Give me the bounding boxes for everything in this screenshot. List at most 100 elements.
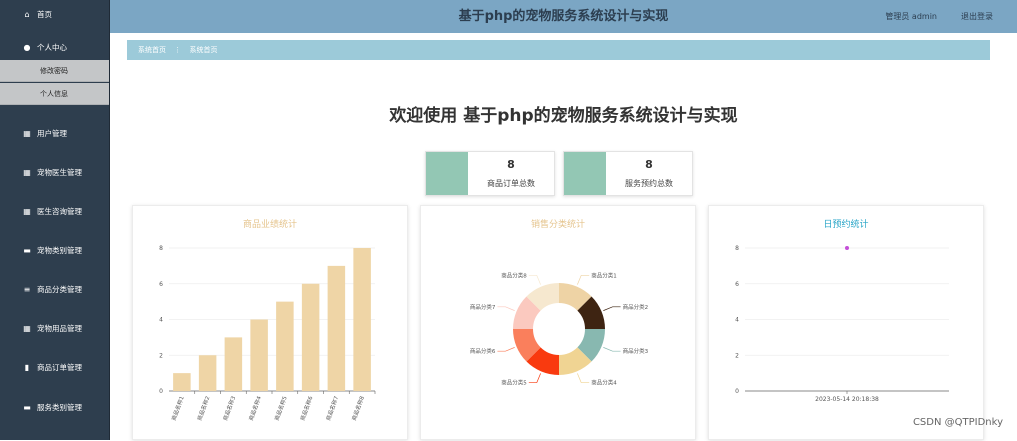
y-tick-label: 4: [159, 317, 163, 324]
stat-card-appointments: 8 服务预约总数: [563, 151, 693, 196]
donut-chart: 商品分类1 商品分类2 商品分类3 商品分类4 商品分类5 商品分类6 商品分类7 商品分类8: [470, 271, 649, 387]
app-title: 基于php的宠物服务系统设计与实现: [458, 9, 669, 24]
bar: [353, 248, 371, 391]
pie-label: 商品分类8: [501, 271, 527, 279]
bar: [276, 301, 294, 391]
pie-leader-line: [603, 306, 621, 311]
home-icon: ⌂: [24, 9, 30, 19]
x-tick-label: 商品名称8: [350, 394, 366, 421]
sidebar-item-label: 宠物用品管理: [37, 324, 82, 333]
pie-label: 商品分类3: [623, 347, 649, 355]
grid-icon: ▦: [23, 167, 31, 177]
watermark: CSDN @QTPIDnky: [912, 417, 1003, 428]
x-tick-label: 商品名称2: [195, 395, 211, 422]
chart-panel-daily-appointments: 日预约统计 0 2 4 6 8 2023-05-14 20:18:38: [708, 205, 984, 440]
sidebar-item-vet-management[interactable]: ▦ 宠物医生管理: [0, 153, 110, 192]
y-tick-label: 8: [159, 245, 163, 252]
stat-card-value: 8: [645, 158, 653, 171]
x-tick-label: 商品名称5: [273, 394, 289, 421]
pie-label: 商品分类6: [470, 347, 496, 355]
sidebar-item-label: 用户管理: [37, 129, 67, 138]
x-tick-label: 商品名称4: [247, 394, 263, 421]
stat-card-orders: 8 商品订单总数: [425, 151, 555, 196]
user-icon: ●: [23, 42, 31, 52]
bar: [224, 337, 243, 391]
sidebar: ⌂ 首页 ● 个人中心 修改密码 个人信息 ▦ 用户管理 ▦ 宠物医生管理 ▦ …: [0, 0, 110, 440]
grid-icon: ▦: [23, 128, 31, 138]
pie-leader-line: [528, 373, 541, 383]
sidebar-item-label: 宠物医生管理: [37, 168, 82, 177]
bar: [301, 283, 320, 391]
sidebar-item-user-management[interactable]: ▦ 用户管理: [0, 114, 110, 153]
monitor-icon: ▬: [23, 402, 31, 412]
sidebar-subitem-personal-info[interactable]: 个人信息: [0, 83, 110, 105]
y-tick-label: 0: [159, 388, 163, 395]
stat-card-label: 商品订单总数: [487, 179, 535, 188]
pie-leader-line: [528, 275, 541, 285]
y-tick-label: 4: [735, 317, 739, 324]
bar: [198, 355, 217, 391]
sidebar-subitem-label: 修改密码: [40, 66, 68, 75]
pie-leader-line: [497, 306, 515, 311]
pie-leader-line: [497, 347, 515, 352]
welcome-heading: 欢迎使用 基于php的宠物服务系统设计与实现: [389, 106, 738, 126]
user-info: 管理员 admin: [885, 12, 937, 21]
y-tick-label: 2: [735, 352, 739, 359]
sidebar-subitem-label: 个人信息: [40, 89, 68, 98]
sidebar-item-order-management[interactable]: ▮ 商品订单管理: [0, 348, 110, 387]
sidebar-item-pet-category-management[interactable]: ▬ 宠物类别管理: [0, 231, 110, 270]
pie-leader-line: [577, 373, 590, 383]
stat-card-accent: [426, 152, 468, 195]
y-tick-label: 0: [735, 388, 739, 395]
y-tick-label: 8: [735, 245, 739, 252]
list-icon: ≡: [23, 284, 31, 294]
breadcrumb: 系统首页 ⋮ 系统首页: [127, 40, 990, 60]
sidebar-item-service-category-management[interactable]: ▬ 服务类别管理: [0, 388, 110, 427]
sidebar-item-label: 个人中心: [37, 43, 67, 52]
top-bar: 基于php的宠物服务系统设计与实现 管理员 admin 退出登录: [110, 0, 1017, 33]
x-tick-label: 商品名称7: [324, 394, 340, 421]
bar-chart: 0 2 4 6 8 商品名称1 商品名称2 商品名称3 商品名称4 商品名称5 商品名称6 商品名称7…: [159, 245, 376, 422]
sidebar-item-label: 服务类别管理: [37, 403, 82, 412]
y-tick-label: 2: [159, 352, 163, 359]
sidebar-item-label: 医生咨询管理: [37, 207, 82, 216]
bar: [327, 265, 346, 391]
pie-label: 商品分类7: [470, 303, 496, 311]
stat-card-value: 8: [507, 158, 515, 171]
breadcrumb-separator: ⋮: [174, 46, 182, 54]
pie-label: 商品分类5: [501, 379, 527, 387]
x-tick-label: 商品名称3: [221, 394, 237, 421]
chart-panel-product-sales: 商品业绩统计 0 2 4 6 8 商品名称1 商品名称2 商品名称3 商品名称4 商品名称5 商品名…: [132, 205, 408, 440]
logout-link[interactable]: 退出登录: [961, 0, 993, 33]
grid-icon: ▦: [23, 206, 31, 216]
bar: [250, 319, 268, 391]
stat-card-accent: [564, 152, 606, 195]
pie-label: 商品分类4: [591, 379, 617, 387]
breadcrumb-home[interactable]: 系统首页: [138, 46, 166, 54]
sidebar-item-product-category-management[interactable]: ≡ 商品分类管理: [0, 270, 110, 309]
pie-label: 商品分类1: [591, 271, 617, 279]
x-tick-label: 2023-05-14 20:18:38: [815, 396, 879, 403]
sidebar-item-label: 首页: [37, 10, 52, 19]
x-tick-label: 商品名称6: [298, 394, 314, 421]
data-point: [845, 246, 849, 250]
stat-card-label: 服务预约总数: [625, 179, 673, 188]
bar: [173, 373, 191, 391]
sidebar-item-label: 商品订单管理: [37, 363, 82, 372]
pie-leader-line: [577, 275, 590, 285]
sidebar-item-label: 宠物类别管理: [37, 246, 82, 255]
sidebar-subitem-change-password[interactable]: 修改密码: [0, 60, 110, 82]
y-tick-label: 6: [735, 281, 739, 288]
sidebar-item-label: 商品分类管理: [37, 285, 82, 294]
comment-icon: ▬: [23, 245, 31, 255]
y-tick-label: 6: [159, 281, 163, 288]
chart-panel-category-sales: 销售分类统计 商品分类1 商品分类2 商品分类3 商品分类4 商品分类5 商品分类6 商品分…: [420, 205, 696, 440]
sidebar-item-consultation-management[interactable]: ▦ 医生咨询管理: [0, 192, 110, 231]
x-tick-label: 商品名称1: [170, 395, 186, 422]
line-chart: 0 2 4 6 8 2023-05-14 20:18:38: [735, 245, 949, 403]
breadcrumb-current: 系统首页: [189, 46, 218, 54]
pie-leader-line: [603, 347, 621, 352]
grid-icon: ▦: [23, 323, 31, 333]
sidebar-item-pet-supplies-management[interactable]: ▦ 宠物用品管理: [0, 309, 110, 348]
sidebar-divider: [109, 0, 110, 440]
